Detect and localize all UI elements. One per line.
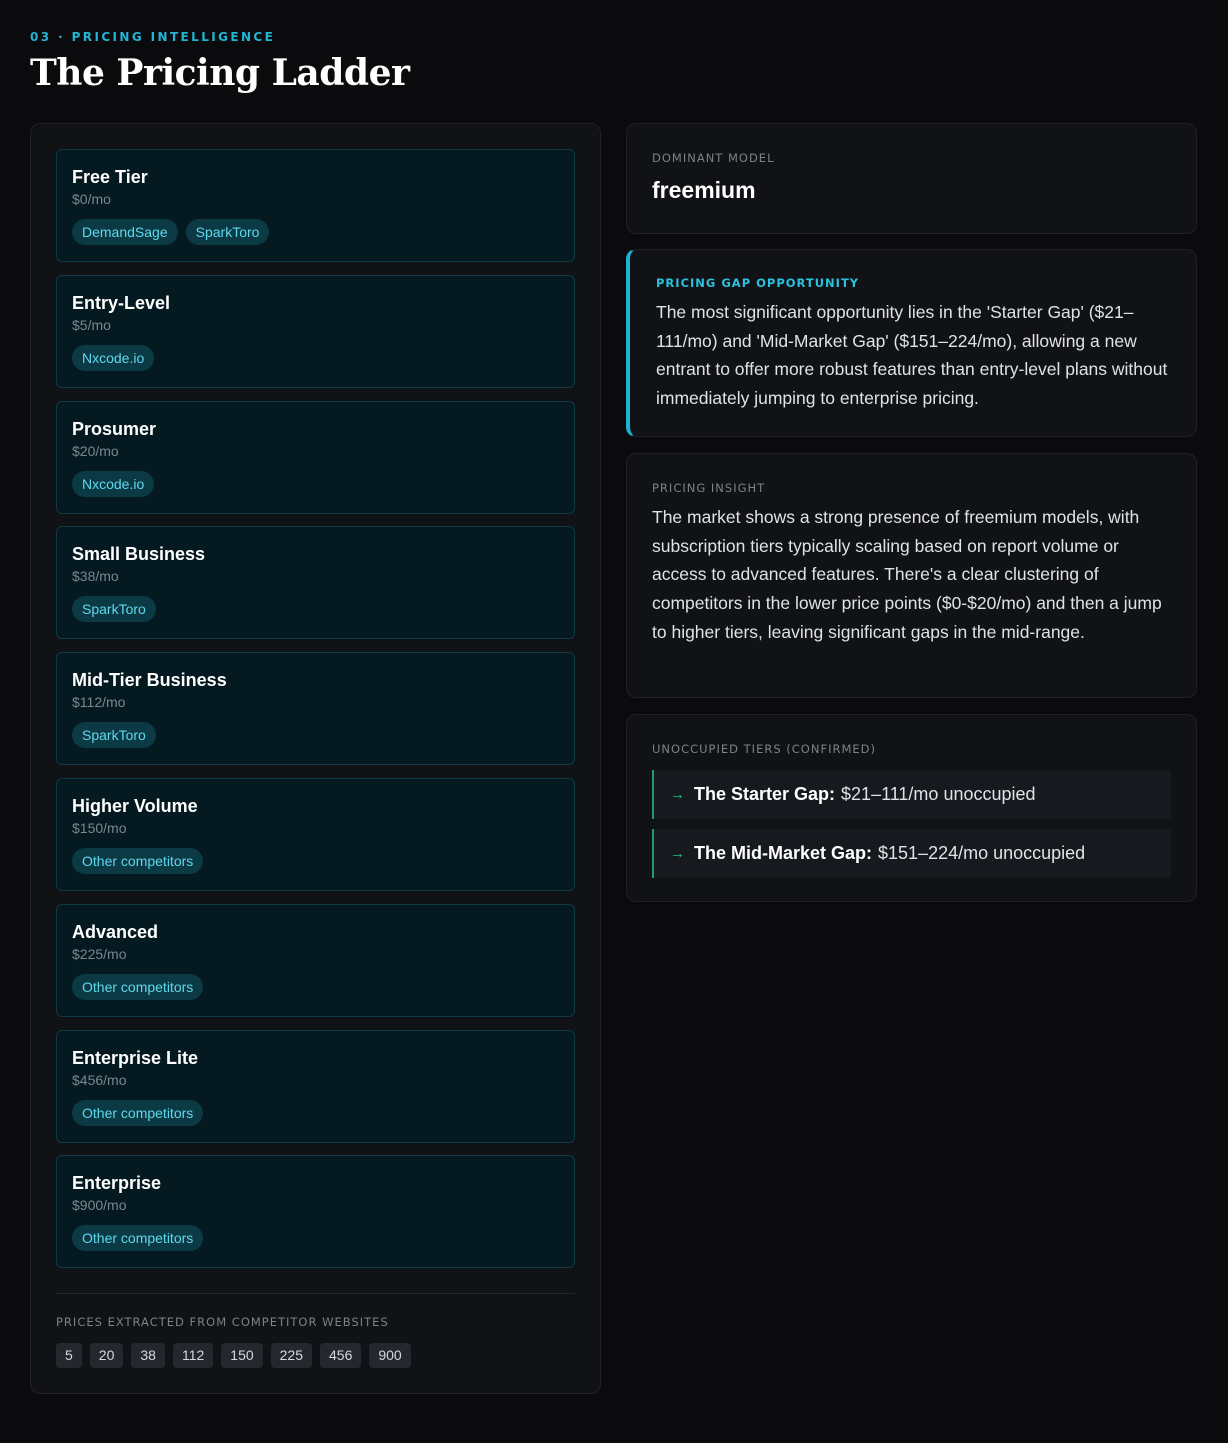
tier-name: Small Business [72,544,206,565]
tier-card: Enterprise $900/mo Other competitors [56,1155,575,1269]
tier-name: Enterprise [72,1173,162,1194]
divider [56,1293,575,1294]
tier-name: Mid-Tier Business [72,670,227,691]
arrow-right-icon: → [670,786,685,803]
pricing-gap-label: PRICING GAP OPPORTUNITY [656,276,860,290]
gap-list: → The Starter Gap: $21–111/mo unoccupied → T… [652,770,1171,878]
tier-card: Small Business $38/mo SparkToro [56,526,575,640]
tier-name: Advanced [72,921,159,942]
price-pill: 20 [89,1343,124,1368]
tier-name: Prosumer [72,418,157,439]
tier-price: $900/mo [72,1197,127,1214]
gap-detail: $151–224/mo unoccupied [878,843,1086,863]
competitor-chip: SparkToro [72,596,156,623]
unoccupied-tiers-card: UNOCCUPIED TIERS (CONFIRMED) → The Starte… [626,714,1197,902]
pricing-gap-card: PRICING GAP OPPORTUNITY The most signifi… [626,249,1197,437]
competitor-chip-list: SparkToro [72,596,559,623]
gap-name: The Mid-Market Gap: [694,843,873,863]
competitor-chip-list: Other competitors [72,973,559,1000]
page-title: The Pricing Ladder [30,52,410,94]
competitor-chip-list: Nxcode.io [72,470,559,497]
price-pill: 150 [221,1343,263,1368]
competitor-chip: Other competitors [72,1225,204,1252]
competitor-chip: Other competitors [72,1099,204,1126]
price-pill: 225 [270,1343,312,1368]
tier-card: Prosumer $20/mo Nxcode.io [56,400,575,514]
competitor-chip: Other competitors [72,848,204,874]
tier-name: Free Tier [72,167,148,187]
dominant-model-card: DOMINANT MODEL freemium [626,123,1197,234]
tier-card: Mid-Tier Business $112/mo SparkToro [56,652,575,766]
competitor-chip-list: Other competitors [72,848,559,874]
tier-card: Advanced $225/mo Other competitors [56,903,575,1017]
unoccupied-tiers-label: UNOCCUPIED TIERS (CONFIRMED) [652,742,876,756]
competitor-chip: Nxcode.io [72,470,155,497]
tier-price: $0/mo [72,191,111,207]
competitor-chip: SparkToro [185,219,270,245]
tier-price: $456/mo [72,1071,127,1088]
tier-card: Enterprise Lite $456/mo Other competitors [56,1029,575,1143]
tier-card: Entry-Level $5/mo Nxcode.io [56,274,575,388]
dominant-model-value: freemium [652,177,756,203]
competitor-chip: DemandSage [72,219,178,245]
tier-price: $112/mo [72,694,126,711]
tier-price: $225/mo [72,945,127,962]
gap-row: → The Mid-Market Gap: $151–224/mo unoccupi… [652,829,1171,878]
competitor-chip-list: Other competitors [72,1099,559,1126]
competitor-chip-list: SparkToro [72,722,559,749]
tier-card: Higher Volume $150/mo Other competitors [56,778,575,891]
gap-detail: $21–111/mo unoccupied [841,784,1036,804]
gap-row: → The Starter Gap: $21–111/mo unoccupied [652,770,1171,819]
tier-price: $38/mo [72,568,119,585]
price-pill-list: 5 20 38 112 150 225 456 900 [56,1343,411,1368]
price-pill: 900 [369,1343,411,1368]
tier-price: $5/mo [72,316,111,333]
price-pill: 456 [320,1343,362,1368]
tier-name: Enterprise Lite [72,1047,199,1068]
competitor-chip-list: Nxcode.io [72,344,559,371]
price-pill: 38 [131,1343,165,1368]
pricing-insight-label: PRICING INSIGHT [652,481,766,495]
pricing-ladder-panel: Free Tier $0/mo DemandSage SparkToro Entry-L… [30,123,601,1394]
pricing-insight-text: The market shows a strong presence of fr… [652,507,1162,642]
price-pill: 5 [56,1343,82,1368]
tier-card: Free Tier $0/mo DemandSage SparkToro [56,149,575,262]
gap-name: The Starter Gap: [694,784,836,804]
tier-name: Entry-Level [72,292,171,313]
pricing-insight-card: PRICING INSIGHT The market shows a stron… [626,453,1197,698]
tier-price: $150/mo [72,820,127,836]
competitor-chip: SparkToro [72,722,156,749]
competitor-chip-list: DemandSage SparkToro [72,219,559,245]
pricing-gap-text: The most significant opportunity lies in… [656,302,1168,409]
tier-name: Higher Volume [72,796,198,816]
competitor-chip: Nxcode.io [72,344,155,371]
tier-price: $20/mo [72,442,119,459]
competitor-chip-list: Other competitors [72,1225,559,1252]
arrow-right-icon: → [670,845,685,862]
prices-footer-label: PRICES EXTRACTED FROM COMPETITOR WEBSITE… [56,1315,389,1329]
competitor-chip: Other competitors [72,973,204,1000]
price-pill: 112 [172,1343,214,1368]
dominant-model-label: DOMINANT MODEL [652,151,775,165]
section-eyebrow: 03 · PRICING INTELLIGENCE [30,30,276,44]
